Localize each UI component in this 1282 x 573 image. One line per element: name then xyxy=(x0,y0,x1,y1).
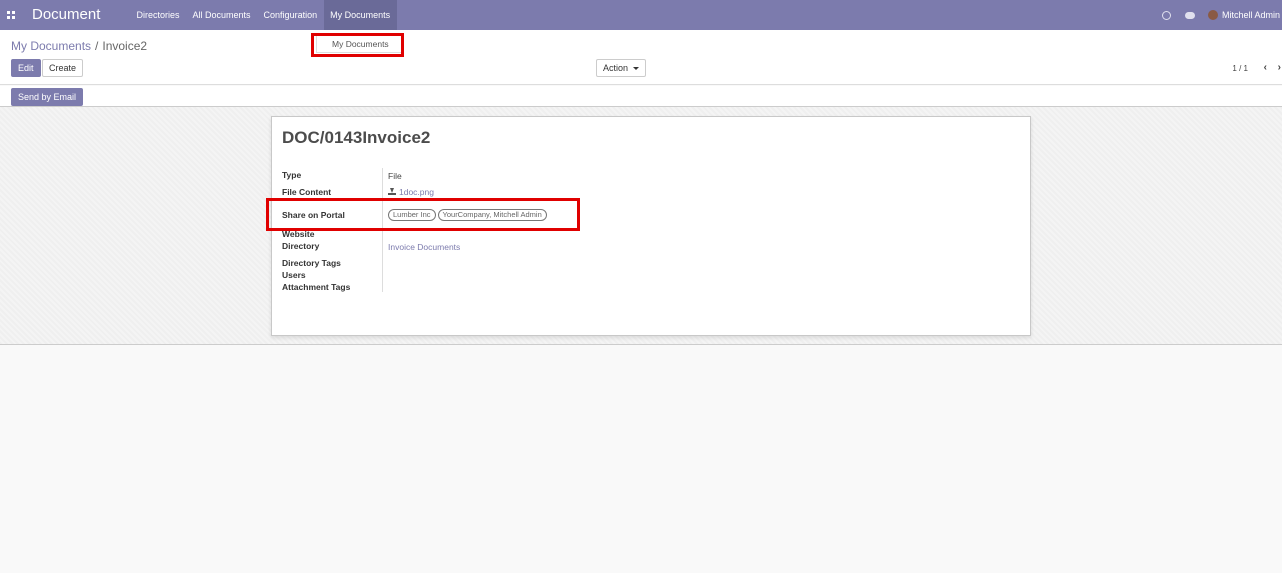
top-navbar: Document Directories All Documents Confi… xyxy=(0,0,1282,30)
pager-next-icon[interactable]: › xyxy=(1278,62,1281,73)
pager-previous-icon[interactable]: ‹ xyxy=(1264,62,1267,73)
download-icon xyxy=(388,188,396,196)
file-name: 1doc.png xyxy=(399,187,434,197)
breadcrumb-separator: / xyxy=(95,39,99,53)
caret-down-icon xyxy=(633,67,640,71)
document-title: DOC/0143Invoice2 xyxy=(282,128,431,147)
pager-value[interactable]: 1 / 1 xyxy=(1232,64,1248,73)
file-content-label: File Content xyxy=(282,187,332,197)
action-label: Action xyxy=(603,63,629,73)
attachment-tags-label: Attachment Tags xyxy=(282,282,351,292)
user-avatar[interactable] xyxy=(1207,10,1218,20)
highlight-my-documents xyxy=(311,33,404,57)
menu-item-my-documents[interactable]: My Documents xyxy=(323,0,397,30)
send-by-email-button[interactable]: Send by Email xyxy=(11,88,84,106)
directory-tags-label: Directory Tags xyxy=(282,258,341,268)
form-statusbar: Send by Email xyxy=(0,86,1282,107)
main-menu: Directories All Documents Configuration … xyxy=(130,0,397,30)
type-value: File xyxy=(388,171,402,181)
directory-label: Directory xyxy=(282,241,320,251)
users-label: Users xyxy=(282,270,306,280)
create-button[interactable]: Create xyxy=(42,59,84,77)
messaging-chat-icon[interactable] xyxy=(1184,11,1195,19)
apps-menu-icon[interactable] xyxy=(7,11,15,19)
directory-link[interactable]: Invoice Documents xyxy=(388,242,460,252)
user-menu[interactable]: Mitchell Admin xyxy=(1222,10,1280,20)
highlight-share-on-portal xyxy=(266,198,580,231)
breadcrumb: My Documents / Invoice2 xyxy=(11,39,147,53)
control-panel: My Documents / Invoice2 Edit Create Action… xyxy=(0,30,1282,85)
file-content-link[interactable]: 1doc.png xyxy=(388,187,434,197)
menu-item-directories[interactable]: Directories xyxy=(130,0,186,30)
activity-clock-icon[interactable] xyxy=(1161,10,1171,20)
action-dropdown-button[interactable]: Action xyxy=(596,59,647,77)
app-title: Document xyxy=(32,6,101,23)
menu-item-configuration[interactable]: Configuration xyxy=(257,0,324,30)
type-label: Type xyxy=(282,170,302,180)
menu-item-all-documents[interactable]: All Documents xyxy=(186,0,257,30)
edit-button[interactable]: Edit xyxy=(11,59,41,77)
navbar-systray: Mitchell Admin xyxy=(1161,0,1282,30)
breadcrumb-parent[interactable]: My Documents xyxy=(11,39,91,53)
breadcrumb-current: Invoice2 xyxy=(102,39,148,53)
